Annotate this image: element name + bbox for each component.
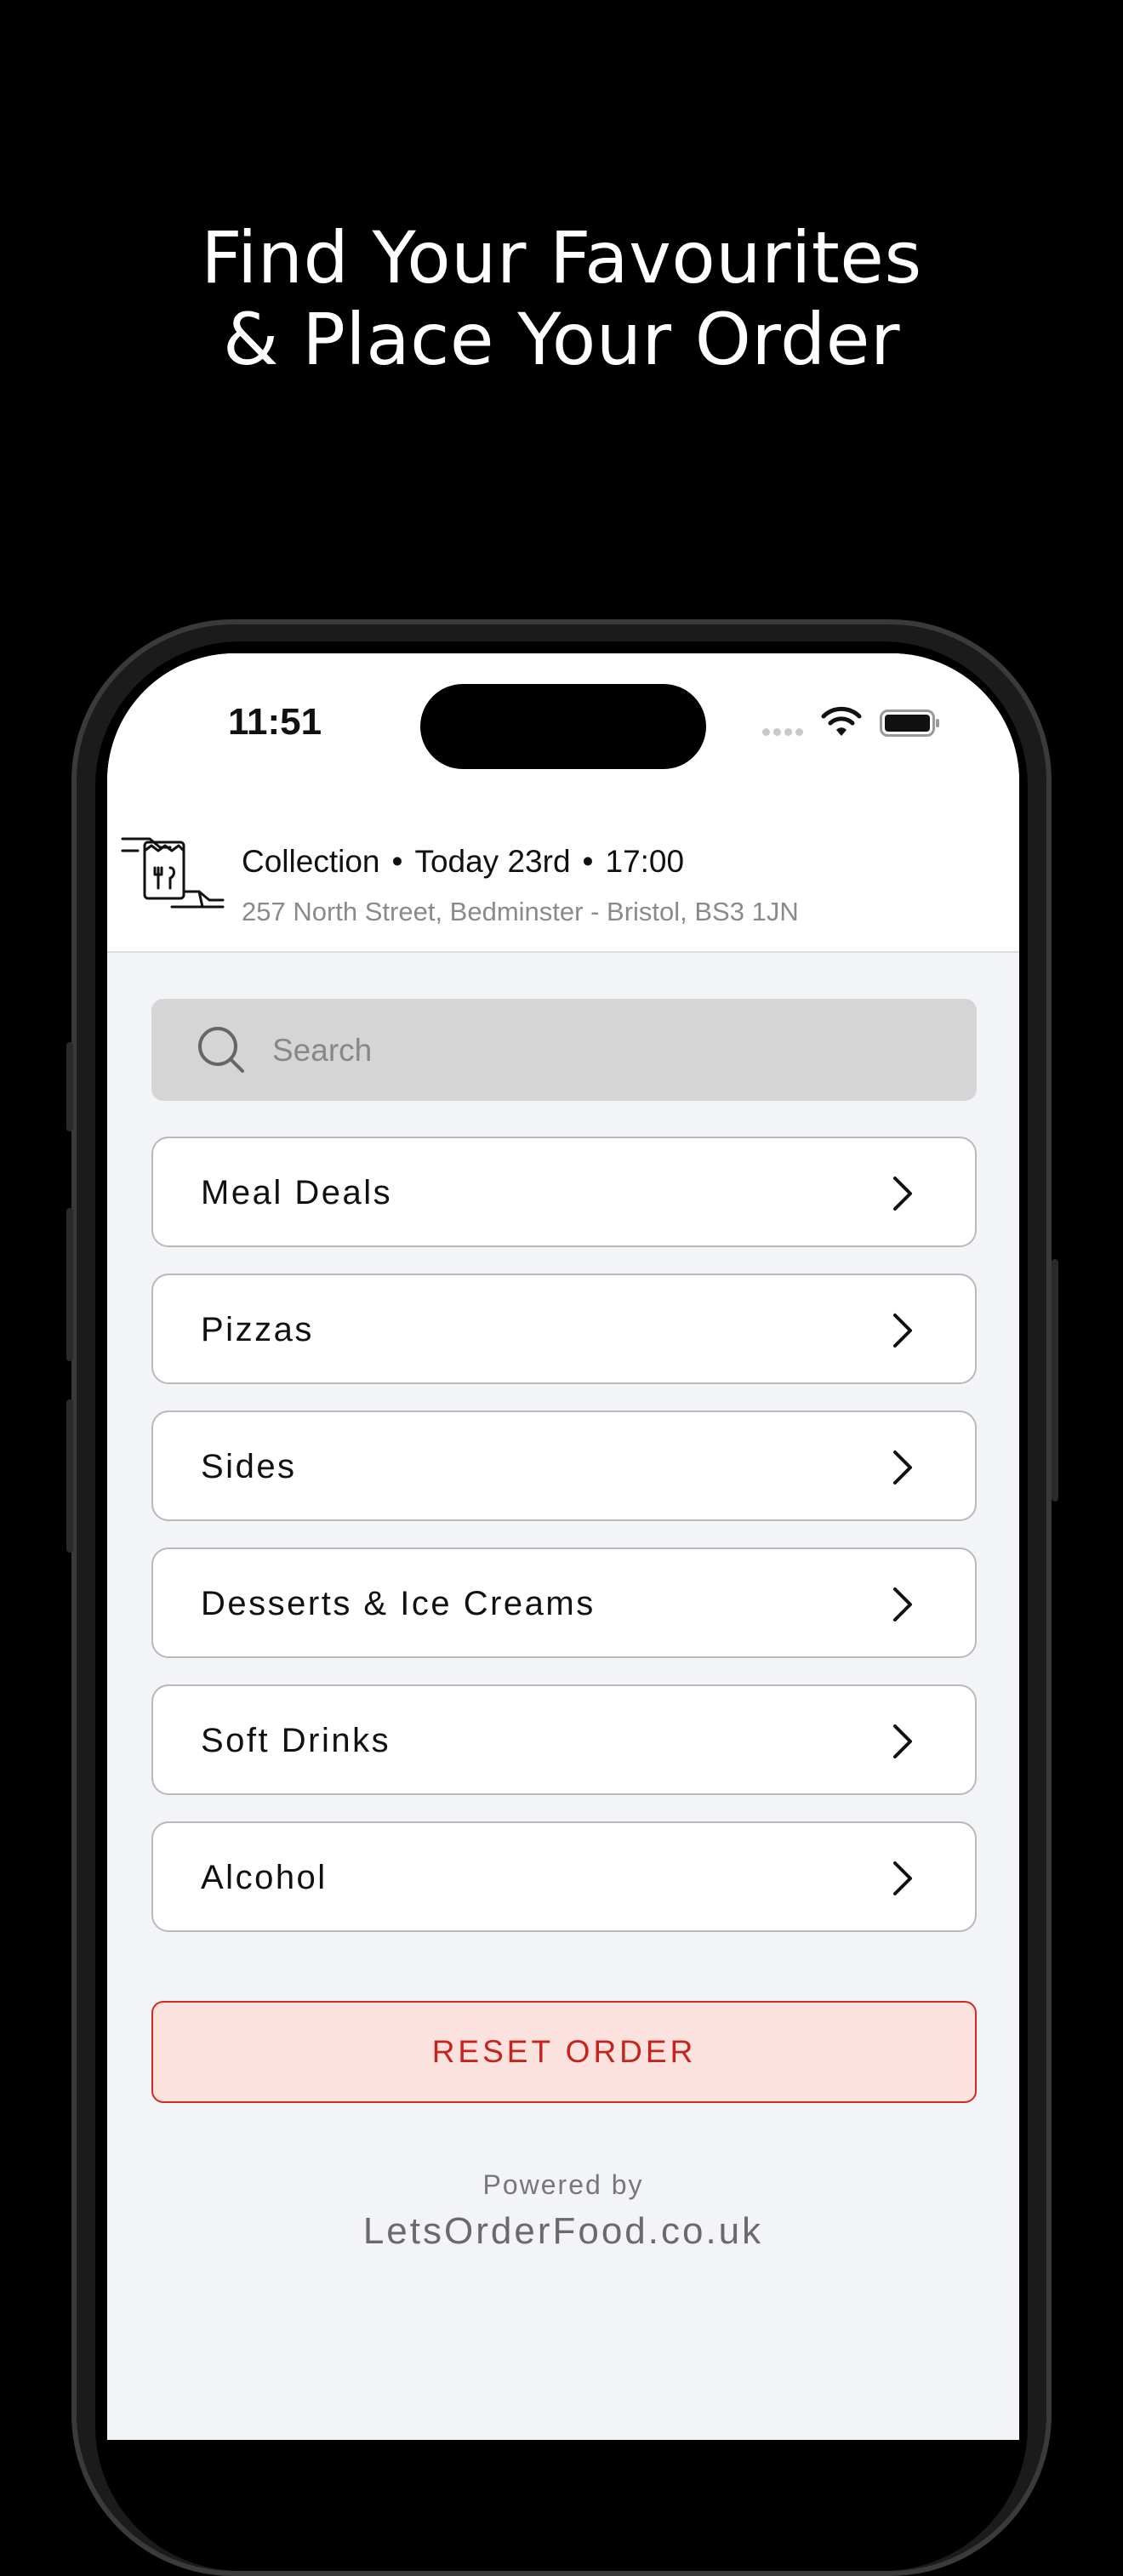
battery-icon [880,710,939,737]
order-header[interactable]: Collection • Today 23rd • 17:00 257 North St… [107,806,1019,953]
category-item-desserts[interactable]: Desserts & Ice Creams [151,1547,977,1658]
signal-dots-icon [762,723,807,739]
promo-headline-line1: Find Your Favourites [201,216,922,299]
category-list: Meal Deals Pizzas Sides Desserts & Ice C… [151,1137,977,1958]
separator-dot: • [391,844,403,879]
phone-volume-up-button [66,1208,73,1361]
phone-power-button [1052,1259,1058,1502]
order-summary: Collection • Today 23rd • 17:00 [242,844,684,880]
collection-bag-icon [121,837,225,909]
order-time: 17:00 [605,844,685,879]
chevron-right-icon [893,1724,912,1758]
status-bar: 11:51 [107,653,1019,824]
category-label: Alcohol [201,1859,328,1896]
category-item-meal-deals[interactable]: Meal Deals [151,1137,977,1247]
status-time: 11:51 [228,701,322,743]
separator-dot: • [582,844,594,879]
order-mode: Collection [242,844,380,879]
search-bar[interactable] [151,999,977,1101]
chevron-right-icon [893,1587,912,1621]
category-item-pizzas[interactable]: Pizzas [151,1274,977,1384]
category-label: Sides [201,1448,297,1485]
powered-by-label: Powered by [482,2169,644,2200]
chevron-right-icon [893,1177,912,1211]
powered-by-site-link[interactable]: LetsOrderFood.co.uk [107,2210,1019,2253]
phone-side-button [66,1042,73,1131]
search-icon [198,1027,244,1073]
category-label: Meal Deals [201,1174,393,1211]
order-day: Today 23rd [414,844,571,879]
chevron-right-icon [893,1450,912,1485]
store-address: 257 North Street, Bedminster - Bristol, … [242,897,799,926]
category-item-alcohol[interactable]: Alcohol [151,1821,977,1932]
promo-headline-line2: & Place Your Order [223,298,900,381]
reset-order-button[interactable]: RESET ORDER [151,2001,977,2103]
dynamic-island [420,684,706,769]
wifi-icon [821,706,862,736]
phone-volume-down-button [66,1399,73,1553]
search-input[interactable] [271,1024,955,1077]
category-label: Soft Drinks [201,1722,391,1759]
category-label: Desserts & Ice Creams [201,1585,596,1622]
promo-headline: Find Your Favourites & Place Your Order [0,217,1123,380]
category-item-soft-drinks[interactable]: Soft Drinks [151,1684,977,1795]
category-item-sides[interactable]: Sides [151,1411,977,1521]
chevron-right-icon [893,1861,912,1895]
chevron-right-icon [893,1314,912,1348]
category-label: Pizzas [201,1311,314,1348]
app-screen: 11:51 Collection • Today 23rd • 17:00 25… [107,653,1019,2440]
